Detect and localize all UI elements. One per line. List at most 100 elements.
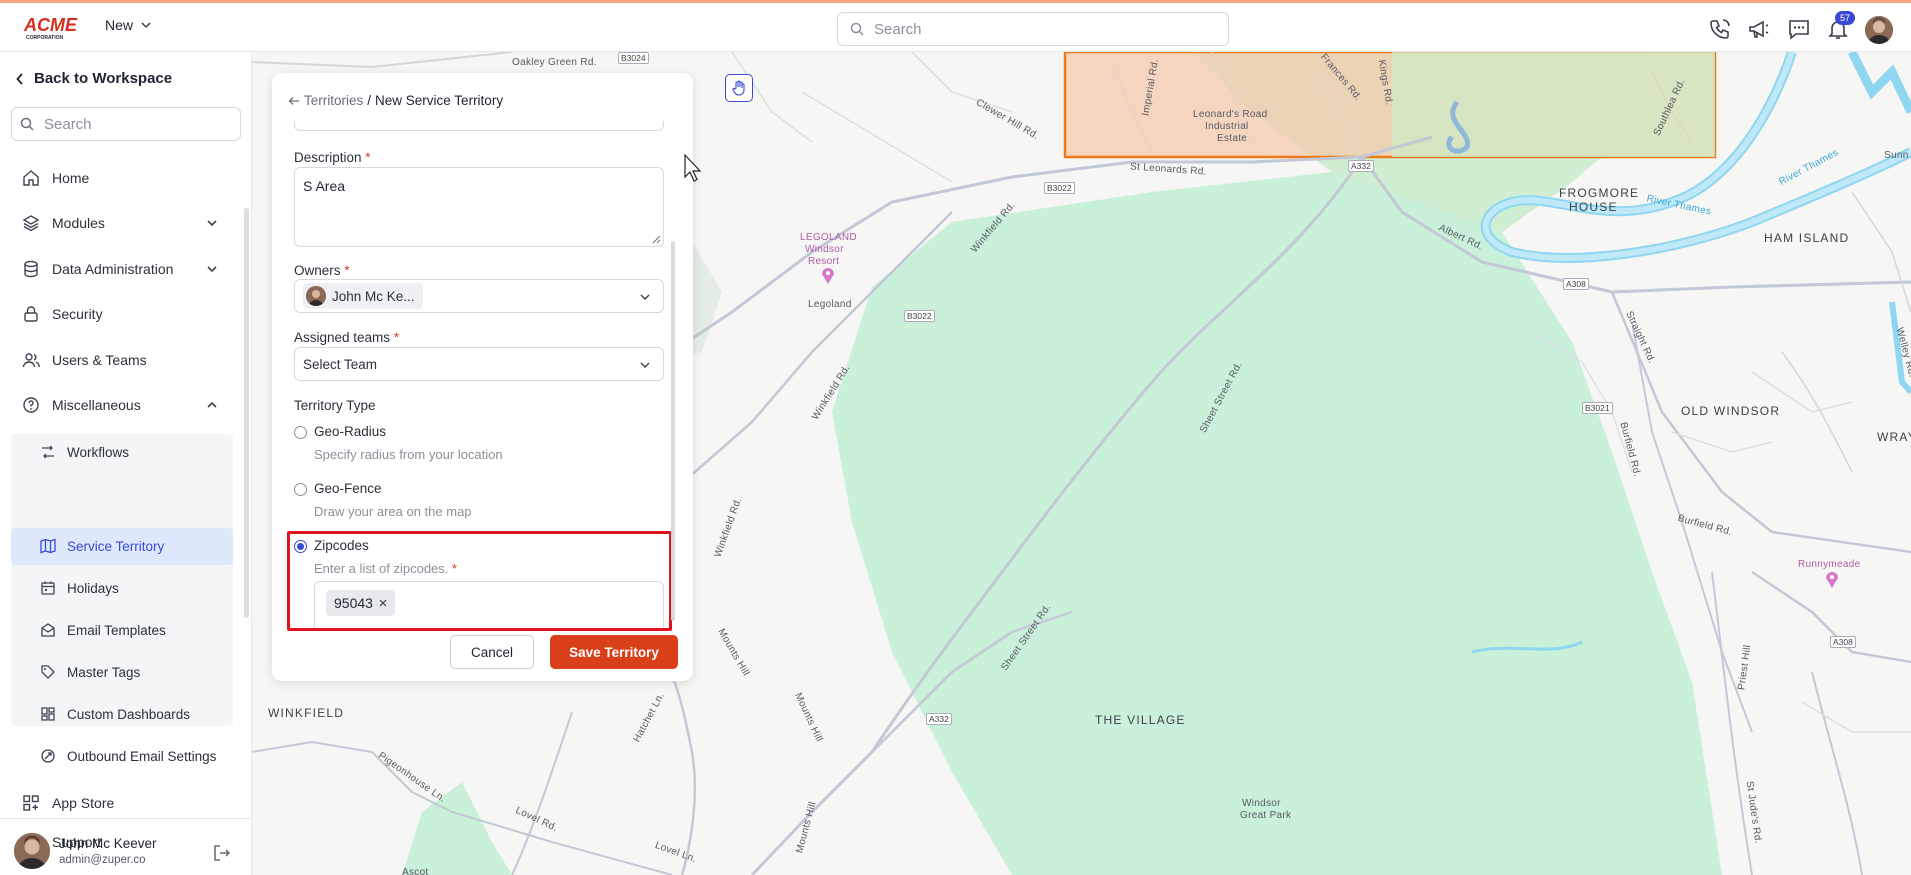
zipcodes-input[interactable]: 95043	[314, 581, 664, 627]
sidebar-item-custom-dashboards[interactable]: Custom Dashboards	[40, 701, 190, 727]
assigned-teams-select[interactable]: Select Team	[294, 347, 664, 381]
sidebar-item-security[interactable]: Security	[22, 301, 103, 327]
sidebar-item-label: Email Templates	[67, 622, 166, 638]
search-icon	[20, 117, 34, 131]
sidebar-item-service-territory[interactable]: Service Territory	[40, 533, 164, 559]
cancel-button[interactable]: Cancel	[450, 635, 534, 669]
zipcode-chip[interactable]: 95043	[326, 590, 395, 616]
sidebar-item-label: Outbound Email Settings	[67, 748, 217, 764]
road-number-tag: B3021	[1582, 402, 1613, 414]
acme-logo[interactable]: ACME CORPORATION	[22, 12, 86, 42]
sidebar-item-email-templates[interactable]: Email Templates	[40, 617, 166, 643]
map-label: Great Park	[1240, 810, 1292, 821]
dashboard-icon	[41, 707, 55, 721]
megaphone-icon[interactable]	[1747, 17, 1771, 41]
user-avatar[interactable]	[1865, 16, 1893, 44]
owners-select[interactable]: John Mc Ke...	[294, 279, 664, 313]
assigned-teams-label: Assigned teams *	[294, 330, 399, 345]
save-territory-button[interactable]: Save Territory	[550, 635, 678, 669]
owners-label: Owners *	[294, 263, 350, 278]
sidebar-item-label: Custom Dashboards	[67, 706, 191, 722]
geo-radius-radio[interactable]	[294, 426, 307, 439]
global-search-input[interactable]: Search	[837, 12, 1229, 46]
arrow-left-icon[interactable]	[288, 96, 300, 106]
geo-fence-radio[interactable]	[294, 483, 307, 496]
road-number-tag: B3022	[904, 310, 935, 322]
user-profile: John Mc Keever admin@zuper.co	[0, 818, 252, 875]
back-to-workspace-link[interactable]: Back to Workspace	[16, 70, 172, 87]
required-mark: *	[452, 561, 458, 576]
zipcode-value: 95043	[334, 595, 373, 611]
workflow-icon	[42, 445, 54, 459]
geo-radius-label[interactable]: Geo-Radius	[314, 424, 386, 439]
zipcodes-radio[interactable]	[294, 540, 307, 553]
owner-chip[interactable]: John Mc Ke...	[303, 283, 423, 309]
poi-pin-icon[interactable]	[822, 268, 834, 284]
sidebar-item-home[interactable]: Home	[22, 165, 89, 191]
sidebar-item-label: Master Tags	[67, 664, 141, 680]
mouse-cursor-icon	[684, 154, 702, 182]
required-mark: *	[365, 150, 371, 165]
sidebar: Back to Workspace Search Home Modules Da…	[0, 52, 252, 875]
road-number-tag: B3022	[1044, 182, 1075, 194]
phone-icon[interactable]	[1708, 17, 1732, 41]
avatar[interactable]	[14, 833, 50, 869]
logout-icon[interactable]	[212, 843, 232, 863]
sidebar-item-users-teams[interactable]: Users & Teams	[22, 347, 147, 373]
close-icon[interactable]	[379, 599, 387, 607]
resize-handle-icon[interactable]	[651, 234, 661, 244]
breadcrumb-parent-link[interactable]: Territories	[304, 93, 363, 108]
sidebar-item-workflows[interactable]: Workflows	[40, 439, 129, 465]
map-label: Windsor	[1242, 798, 1281, 809]
chevron-down-icon[interactable]	[205, 262, 219, 276]
apps-icon	[23, 795, 39, 811]
map-label: Leonard's Road	[1193, 109, 1268, 120]
svg-text:CORPORATION: CORPORATION	[26, 35, 64, 41]
geo-radius-description: Specify radius from your location	[314, 447, 503, 462]
breadcrumb-current: New Service Territory	[375, 93, 504, 108]
poi-pin-icon[interactable]	[1826, 572, 1838, 588]
panel-scrollbar[interactable]	[671, 241, 675, 621]
help-circle-icon	[23, 397, 39, 413]
sidebar-item-label: App Store	[52, 795, 115, 811]
description-textarea[interactable]: S Area	[294, 167, 664, 247]
chevron-down-icon[interactable]	[205, 216, 219, 230]
map-label: HOUSE	[1569, 200, 1618, 214]
sidebar-item-holidays[interactable]: Holidays	[40, 575, 119, 601]
sidebar-item-label: Home	[52, 170, 90, 186]
sidebar-item-label: Users & Teams	[52, 352, 147, 368]
sidebar-item-miscellaneous[interactable]: Miscellaneous	[22, 392, 141, 418]
sidebar-item-data-administration[interactable]: Data Administration	[22, 256, 173, 282]
map-label: THE VILLAGE	[1095, 713, 1186, 727]
top-bar: ACME CORPORATION New Search 57	[0, 0, 1911, 52]
chevron-up-icon[interactable]	[205, 398, 219, 412]
road-number-tag: A332	[926, 713, 952, 725]
new-menu-button[interactable]: New	[105, 17, 151, 33]
sidebar-scrollbar[interactable]	[244, 208, 249, 618]
road-number-tag: A332	[1348, 160, 1374, 172]
pan-tool-button[interactable]	[725, 74, 753, 102]
avatar-image	[1865, 16, 1893, 44]
sidebar-item-outbound-email-settings[interactable]: Outbound Email Settings	[40, 743, 216, 769]
map-label: Legoland	[808, 299, 852, 310]
description-label: Description *	[294, 150, 371, 165]
map-label: Sunn	[1884, 150, 1909, 161]
name-field[interactable]	[294, 121, 664, 131]
sidebar-item-label: Miscellaneous	[52, 397, 141, 413]
sidebar-item-modules[interactable]: Modules	[22, 210, 105, 236]
description-label-text: Description	[294, 150, 362, 165]
sidebar-item-app-store[interactable]: App Store	[22, 790, 114, 816]
chat-icon[interactable]	[1787, 17, 1811, 41]
notification-badge: 57	[1835, 11, 1855, 25]
map-label: Windsor	[805, 244, 844, 255]
sidebar-search-input[interactable]: Search	[11, 107, 241, 141]
sidebar-item-master-tags[interactable]: Master Tags	[40, 659, 140, 685]
database-icon	[24, 260, 38, 278]
map-icon	[40, 538, 56, 554]
map-label: HAM ISLAND	[1764, 231, 1850, 245]
mail-icon	[41, 623, 55, 637]
teams-placeholder: Select Team	[303, 356, 378, 372]
geo-fence-label[interactable]: Geo-Fence	[314, 481, 382, 496]
avatar-image	[14, 833, 50, 869]
zipcodes-label[interactable]: Zipcodes	[314, 538, 369, 553]
